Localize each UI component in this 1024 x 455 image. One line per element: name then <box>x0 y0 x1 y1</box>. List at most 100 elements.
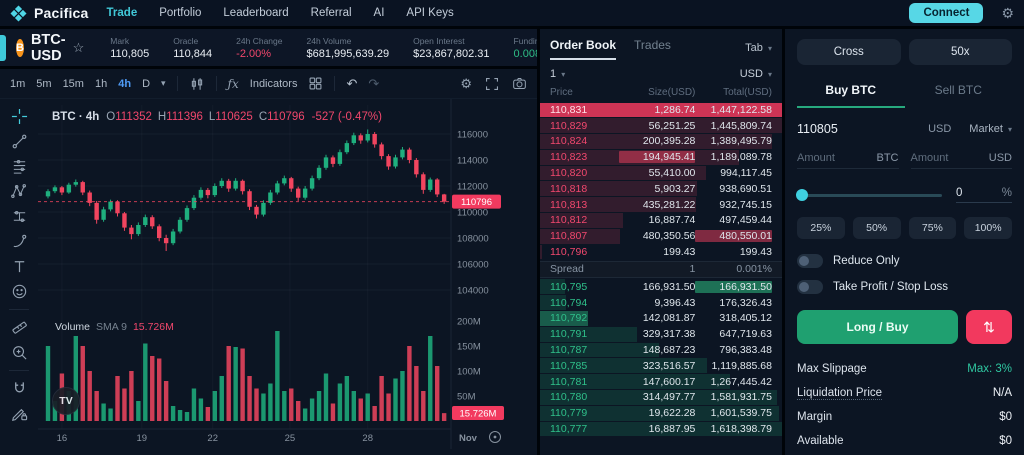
stat-value: -2.00% <box>236 48 282 60</box>
orderbook-ask-row[interactable]: 110,824200,395.281,389,495.79 <box>540 134 782 150</box>
amount-field-btc[interactable]: AmountBTC <box>797 152 899 169</box>
50x-button[interactable]: 50x <box>909 39 1013 65</box>
size-cell: 480,350.56 <box>619 230 696 242</box>
orderbook-ask-row[interactable]: 110,82956,251.251,445,809.74 <box>540 118 782 134</box>
orderbook-ask-row[interactable]: 110,82055,410.00994,117.45 <box>540 165 782 181</box>
settings-gear-icon[interactable]: ⚙ <box>1001 6 1014 20</box>
tradingview-logo[interactable]: TV <box>52 387 80 415</box>
timeframe-d[interactable]: D <box>142 78 150 90</box>
candle-style-icon[interactable] <box>189 76 205 92</box>
nav-item-leaderboard[interactable]: Leaderboard <box>223 7 288 19</box>
screenshot-camera-icon[interactable] <box>512 76 527 91</box>
cross-button[interactable]: Cross <box>797 39 901 65</box>
pair-name[interactable]: BTC-USD <box>31 32 66 64</box>
stat-value: 110,844 <box>173 48 212 60</box>
orderbook-ask-row[interactable]: 110,813435,281.22932,745.15 <box>540 197 782 213</box>
slider-value-box[interactable]: 0 % <box>956 187 1012 203</box>
timeframe-1m[interactable]: 1m <box>10 78 25 90</box>
total-cell: 1,189,089.78 <box>695 151 772 163</box>
redo-icon[interactable]: ↷ <box>368 77 379 90</box>
toolbar-divider <box>9 309 29 310</box>
orderbook-ask-row[interactable]: 110,796199.43199.43 <box>540 244 782 260</box>
slider-handle[interactable] <box>796 189 808 201</box>
text-icon[interactable] <box>11 258 28 275</box>
ruler-icon[interactable] <box>11 319 28 336</box>
lock-drawings-icon[interactable] <box>11 405 28 422</box>
market-selector-edge[interactable] <box>0 35 6 61</box>
magnet-icon[interactable] <box>11 380 28 397</box>
fib-channel-icon[interactable] <box>11 158 28 175</box>
nav-item-ai[interactable]: AI <box>374 7 385 19</box>
percent-100-button[interactable]: 100% <box>964 217 1012 239</box>
nav-item-portfolio[interactable]: Portfolio <box>159 7 201 19</box>
orderbook-ask-row[interactable]: 110,8185,903.27938,690.51 <box>540 181 782 197</box>
nav-item-trade[interactable]: Trade <box>107 7 138 19</box>
orderbook-bid-row[interactable]: 110,77716,887.951,618,398.79 <box>540 421 782 437</box>
orderbook-bid-row[interactable]: 110,77919,622.281,601,539.75 <box>540 405 782 421</box>
toggle-switch[interactable] <box>797 280 823 294</box>
orderbook-tab-trades[interactable]: Trades <box>634 38 671 60</box>
orderbook-tab-order-book[interactable]: Order Book <box>550 38 616 60</box>
slider-track[interactable] <box>797 194 942 197</box>
orderbook-bid-row[interactable]: 110,792142,081.87318,405.12 <box>540 311 782 327</box>
emoji-icon[interactable] <box>11 283 28 300</box>
zoom-in-icon[interactable] <box>11 344 28 361</box>
favorite-star-icon[interactable]: ☆ <box>73 40 85 56</box>
detail-label: Liquidation Price <box>797 387 882 400</box>
toggle-take-profit-stop-loss[interactable]: Take Profit / Stop Loss <box>797 280 1012 294</box>
long-buy-button[interactable]: Long / Buy <box>797 310 958 344</box>
indicators-fx-icon[interactable]: ƒx <box>228 78 239 90</box>
denomination-select[interactable]: USD ▾ <box>740 68 772 80</box>
orderbook-ask-row[interactable]: 110,807480,350.56480,550.01 <box>540 228 782 244</box>
total-cell: 994,117.45 <box>695 167 772 179</box>
crosshair-icon[interactable] <box>11 108 28 125</box>
orderbook-ask-row[interactable]: 110,8311,286.741,447,122.58 <box>540 102 782 118</box>
orderbook-ask-row[interactable]: 110,81216,887.74497,459.44 <box>540 213 782 229</box>
orderbook-bid-row[interactable]: 110,7949,396.43176,326.43 <box>540 295 782 311</box>
orderbook-layout-select[interactable]: Tab ▾ <box>745 42 772 60</box>
orderbook-bid-row[interactable]: 110,781147,600.171,267,445.42 <box>540 374 782 390</box>
order-type-select[interactable]: Market ▾ <box>969 123 1012 135</box>
orderbook-bid-row[interactable]: 110,780314,497.771,581,931.75 <box>540 390 782 406</box>
timeframe-1h[interactable]: 1h <box>95 78 107 90</box>
toggle-switch[interactable] <box>797 254 823 268</box>
chart-settings-gear-icon[interactable]: ⚙ <box>460 77 472 90</box>
price-field[interactable]: 110805 USD Market ▾ <box>797 122 1012 136</box>
nav-item-referral[interactable]: Referral <box>311 7 352 19</box>
trend-line-icon[interactable] <box>11 133 28 150</box>
layout-grid-icon[interactable] <box>308 76 323 91</box>
indicators-label[interactable]: Indicators <box>250 78 298 90</box>
tab-sell-btc[interactable]: Sell BTC <box>905 75 1013 108</box>
swap-side-button[interactable]: ⇅ <box>966 310 1012 344</box>
percent-75-button[interactable]: 75% <box>909 217 957 239</box>
brand[interactable]: Pacifica <box>10 5 89 22</box>
orderbook-ask-row[interactable]: 110,823194,945.411,189,089.78 <box>540 149 782 165</box>
timeframe-5m[interactable]: 5m <box>36 78 51 90</box>
tab-buy-btc[interactable]: Buy BTC <box>797 75 905 108</box>
xabcd-pattern-icon[interactable] <box>11 183 28 200</box>
timeframe-15m[interactable]: 15m <box>63 78 84 90</box>
tick-size-select[interactable]: 1 ▾ <box>550 68 565 80</box>
long-position-icon[interactable] <box>11 208 28 225</box>
fullscreen-icon[interactable] <box>485 77 499 91</box>
price-chart[interactable]: 1160001140001120001100001080001060001040… <box>38 99 537 449</box>
price-cell: 110,780 <box>550 391 619 403</box>
undo-icon[interactable]: ↶ <box>346 77 357 90</box>
interval-dropdown-icon[interactable]: ▾ <box>161 79 166 88</box>
brush-icon[interactable] <box>11 233 28 250</box>
size-slider[interactable]: 0 % <box>797 187 1012 203</box>
nav-item-api-keys[interactable]: API Keys <box>406 7 453 19</box>
amount-field-usd[interactable]: AmountUSD <box>911 152 1013 169</box>
timeframe-4h[interactable]: 4h <box>118 78 131 90</box>
price-input[interactable]: 110805 <box>797 122 928 136</box>
total-cell: 1,447,122.58 <box>695 104 772 116</box>
connect-button[interactable]: Connect <box>909 3 983 23</box>
orderbook-bid-row[interactable]: 110,787148,687.23796,383.48 <box>540 342 782 358</box>
orderbook-bid-row[interactable]: 110,795166,931.50166,931.50 <box>540 279 782 295</box>
orderbook-bid-row[interactable]: 110,785323,516.571,119,885.68 <box>540 358 782 374</box>
total-cell: 1,445,809.74 <box>695 120 772 132</box>
percent-50-button[interactable]: 50% <box>853 217 901 239</box>
orderbook-bid-row[interactable]: 110,791329,317.38647,719.63 <box>540 326 782 342</box>
toggle-reduce-only[interactable]: Reduce Only <box>797 254 1012 268</box>
percent-25-button[interactable]: 25% <box>797 217 845 239</box>
